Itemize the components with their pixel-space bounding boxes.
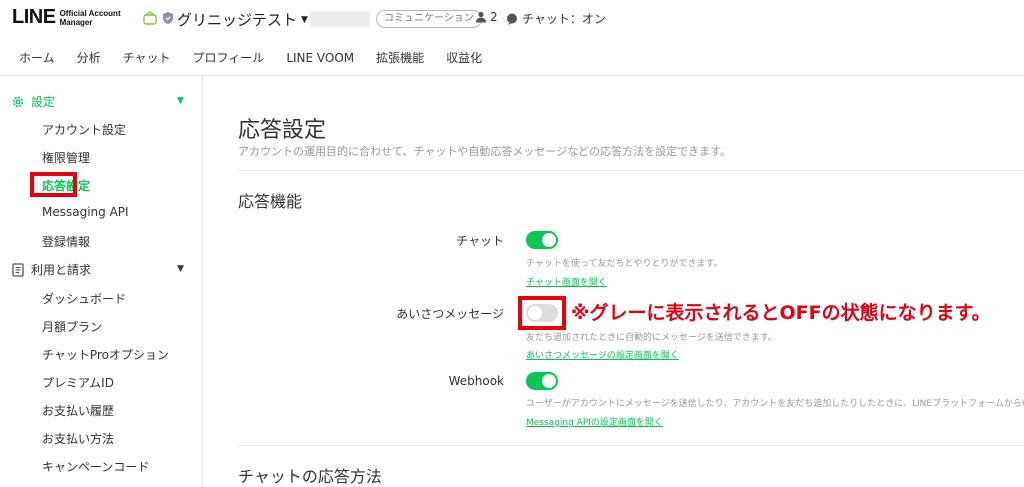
tab-line-voom[interactable]: LINE VOOM: [286, 51, 354, 65]
logo-sub-line-2: Manager: [59, 17, 93, 27]
logo-sub-line-1: Official Account: [59, 8, 121, 18]
sidebar-item-premium-id[interactable]: プレミアムID: [42, 374, 114, 391]
webhook-toggle[interactable]: [526, 372, 558, 390]
chevron-down-icon[interactable]: ▼: [177, 264, 184, 274]
divider: [238, 445, 1024, 446]
chevron-down-icon[interactable]: ▼: [177, 96, 184, 106]
main-content: 応答設定 アカウントの運用目的に合わせて、チャットや自動応答メッセージなどの応答…: [204, 76, 1024, 487]
tab-profile[interactable]: プロフィール: [193, 49, 265, 66]
chat-description: チャットを使って友だちとやりとりができます。: [526, 259, 723, 269]
sidebar-section-settings[interactable]: 設定: [11, 93, 55, 110]
highlight-box-toggle: [518, 296, 566, 330]
chevron-down-icon: ▼: [301, 14, 308, 25]
sidebar-item-payment-history[interactable]: お支払い履歴: [42, 402, 114, 419]
tab-analytics[interactable]: 分析: [77, 49, 101, 66]
greeting-message-settings-link[interactable]: あいさつメッセージの設定画面を開く: [526, 348, 679, 361]
page-description: アカウントの運用目的に合わせて、チャットや自動応答メッセージなどの応答方法を設定…: [238, 145, 732, 158]
gear-icon: [12, 96, 24, 107]
sidebar-section-billing[interactable]: 利用と請求: [11, 261, 91, 278]
annotation-text: ※グレーに表示されるとOFFの状態になります。: [571, 302, 991, 324]
account-name: グリニッジテスト: [177, 11, 298, 29]
sidebar-item-permissions[interactable]: 権限管理: [42, 149, 90, 166]
member-count-value: 2: [490, 10, 498, 24]
sidebar-item-messaging-api[interactable]: Messaging API: [42, 205, 129, 219]
shield-icon: [163, 12, 173, 24]
line-oam-logo[interactable]: LINE Official Account Manager: [12, 6, 121, 29]
tab-extensions[interactable]: 拡張機能: [376, 49, 424, 66]
highlight-box-sidebar: [30, 172, 77, 197]
greeting-message-description: 友だち追加されたときに自動的にメッセージを送信できます。: [526, 333, 777, 343]
sidebar-item-registration[interactable]: 登録情報: [42, 233, 90, 250]
sidebar-item-monthly-plan[interactable]: 月額プラン: [42, 318, 102, 335]
member-count[interactable]: 2: [475, 10, 498, 24]
greeting-message-label: あいさつメッセージ: [396, 307, 504, 321]
sidebar-section-label: 利用と請求: [31, 263, 92, 277]
chat-bubble-icon: [507, 13, 517, 25]
sidebar-item-campaign-code[interactable]: キャンペーンコード: [42, 458, 149, 475]
chat-toggle[interactable]: [526, 231, 558, 249]
logo-text: LINE: [12, 6, 56, 28]
webhook-description: ユーザーがアカウントにメッセージを送信したり、アカウントを友だち追加したりしたと…: [526, 399, 1024, 409]
divider: [238, 170, 1024, 171]
chat-status-text: チャット：オン: [522, 12, 606, 26]
tab-monetization[interactable]: 収益化: [446, 49, 482, 66]
sidebar-item-chat-pro[interactable]: チャットProオプション: [42, 346, 169, 363]
toggle-knob: [542, 374, 556, 388]
sidebar-item-payment-method[interactable]: お支払い方法: [42, 430, 114, 447]
webhook-label: Webhook: [448, 374, 504, 388]
account-switcher[interactable]: グリニッジテスト ▼: [177, 9, 308, 30]
user-icon: [476, 11, 486, 23]
messaging-api-settings-link[interactable]: Messaging APIの設定画面を開く: [526, 415, 663, 428]
page-title: 応答設定: [238, 118, 327, 143]
logo-subtext: Official Account Manager: [60, 9, 121, 27]
sidebar-item-dashboard[interactable]: ダッシュボード: [42, 290, 126, 307]
toggle-knob: [542, 233, 556, 247]
sidebar-item-account-settings[interactable]: アカウント設定: [42, 121, 126, 138]
tab-home[interactable]: ホーム: [19, 49, 55, 66]
account-icon: [143, 11, 157, 25]
chat-open-link[interactable]: チャット画面を開く: [526, 275, 607, 288]
top-header: LINE Official Account Manager グリニッジテスト ▼…: [0, 0, 1024, 40]
plan-badge: コミュニケーション: [376, 10, 482, 28]
chat-status[interactable]: チャット：オン: [506, 10, 606, 27]
chat-label: チャット: [456, 234, 504, 248]
receipt-icon: [12, 262, 24, 277]
main-tabs: ホーム 分析 チャット プロフィール LINE VOOM 拡張機能 収益化: [0, 40, 1024, 76]
sidebar-section-label: 設定: [31, 95, 56, 109]
tab-chat[interactable]: チャット: [123, 49, 171, 66]
section-title: 応答機能: [238, 192, 303, 211]
blurred-account-id: [310, 11, 370, 27]
section-title: チャットの応答方法: [238, 467, 382, 486]
sidebar: 設定 ▼ アカウント設定 権限管理 応答設定 Messaging API 登録情…: [0, 76, 203, 487]
